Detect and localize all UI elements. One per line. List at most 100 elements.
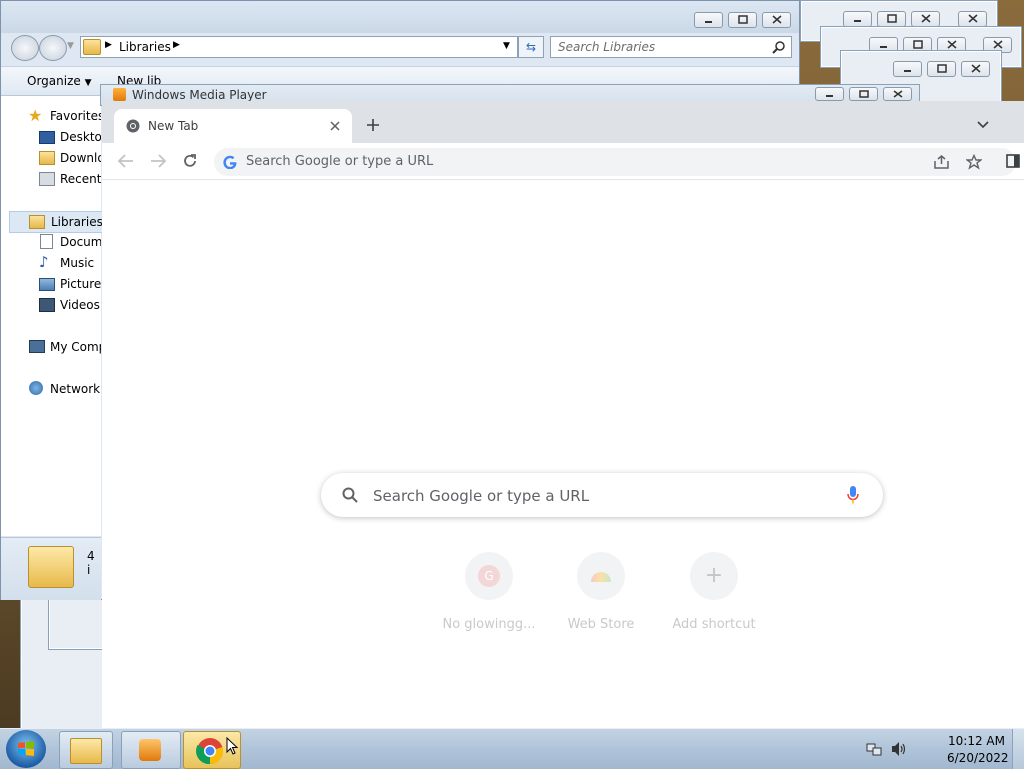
windows-logo-icon bbox=[18, 741, 34, 756]
nav-item-libraries[interactable]: Libraries bbox=[9, 211, 109, 233]
refresh-button[interactable]: ⇆ bbox=[518, 36, 544, 58]
nav-item-videos[interactable]: Videos bbox=[1, 295, 101, 315]
reload-icon[interactable] bbox=[182, 153, 198, 169]
add-shortcut-tile[interactable]: + Add shortcut bbox=[658, 552, 770, 632]
details-pane: 4 i bbox=[1, 537, 101, 600]
explorer-folder-icon bbox=[70, 738, 102, 764]
back-arrow-icon[interactable] bbox=[118, 154, 134, 168]
network-globe-icon bbox=[29, 381, 43, 395]
nav-item-recent-places[interactable]: Recent P bbox=[1, 169, 101, 189]
wmp-logo-icon bbox=[113, 88, 126, 101]
ntp-search-box[interactable]: Search Google or type a URL bbox=[321, 473, 883, 517]
close-button[interactable] bbox=[911, 11, 940, 27]
libraries-large-icon bbox=[28, 546, 74, 588]
search-icon[interactable] bbox=[772, 40, 786, 54]
close-button[interactable] bbox=[958, 11, 987, 27]
minimize-button[interactable] bbox=[694, 12, 723, 28]
nav-item-desktop[interactable]: Desktop bbox=[1, 127, 101, 147]
nav-item-downloads[interactable]: Downlo bbox=[1, 148, 101, 168]
start-button[interactable] bbox=[6, 730, 46, 768]
show-desktop-button[interactable] bbox=[1012, 729, 1024, 769]
recent-pages-chevron-icon[interactable]: ▼ bbox=[67, 41, 74, 51]
new-tab-plus-icon[interactable] bbox=[366, 118, 380, 132]
side-panel-icon[interactable] bbox=[1006, 154, 1020, 168]
pictures-icon bbox=[39, 278, 55, 291]
web-store-icon bbox=[577, 552, 625, 600]
volume-tray-icon[interactable] bbox=[891, 741, 907, 757]
recent-places-icon bbox=[39, 172, 55, 186]
forward-button[interactable] bbox=[39, 35, 67, 61]
nav-item-documents[interactable]: Docume bbox=[1, 232, 101, 252]
minimize-button[interactable] bbox=[843, 11, 872, 27]
taskbar: 10:12 AM 6/20/2022 bbox=[0, 728, 1024, 769]
close-button[interactable] bbox=[883, 87, 912, 101]
taskbar-media-player[interactable] bbox=[121, 731, 181, 769]
maximize-button[interactable] bbox=[877, 11, 906, 27]
chrome-toolbar: Search Google or type a URL bbox=[102, 143, 1024, 180]
nav-item-computer[interactable]: My Comp bbox=[1, 337, 101, 357]
shortcut-label: No glowingg... bbox=[442, 617, 536, 632]
back-button[interactable] bbox=[11, 35, 39, 61]
nav-item-pictures[interactable]: Pictures bbox=[1, 274, 101, 294]
shortcut-label: Web Store bbox=[567, 617, 635, 632]
chevron-down-icon: ▼ bbox=[84, 78, 92, 88]
maximize-button[interactable] bbox=[927, 61, 956, 77]
clock-time[interactable]: 10:12 AM bbox=[948, 734, 1005, 748]
share-icon[interactable] bbox=[934, 155, 950, 169]
shortcut-favicon-icon: G bbox=[465, 552, 513, 600]
close-tab-icon[interactable] bbox=[330, 121, 340, 131]
tab-new-tab[interactable]: New Tab bbox=[114, 109, 352, 143]
media-player-icon bbox=[139, 739, 161, 761]
nav-item-network[interactable]: Network bbox=[1, 379, 101, 399]
breadcrumb-arrow-icon[interactable]: ▶ bbox=[173, 40, 180, 50]
add-plus-icon: + bbox=[690, 552, 738, 600]
chrome-tab-strip: New Tab bbox=[102, 101, 1024, 143]
shortcut-label: Add shortcut bbox=[672, 617, 756, 632]
music-note-icon: ♪ bbox=[39, 253, 49, 271]
close-button[interactable] bbox=[762, 12, 791, 28]
address-bar[interactable]: ▶ Libraries ▶ ▼ bbox=[80, 36, 518, 58]
computer-icon bbox=[29, 340, 45, 353]
maximize-button[interactable] bbox=[728, 12, 757, 28]
forward-arrow-icon[interactable] bbox=[150, 154, 166, 168]
breadcrumb-arrow-icon[interactable]: ▶ bbox=[105, 40, 112, 50]
close-button[interactable] bbox=[961, 61, 990, 77]
breadcrumb-libraries[interactable]: Libraries bbox=[119, 40, 171, 54]
tab-search-chevron-icon[interactable] bbox=[977, 121, 989, 129]
search-placeholder: Search Libraries bbox=[558, 40, 656, 54]
organize-button[interactable]: Organize ▼ bbox=[27, 74, 92, 88]
shortcut-tile[interactable]: Web Store bbox=[545, 552, 657, 632]
downloads-folder-icon bbox=[39, 151, 55, 165]
search-input[interactable]: Search Libraries bbox=[550, 36, 792, 58]
libraries-icon bbox=[29, 215, 45, 229]
wmp-title: Windows Media Player bbox=[132, 88, 267, 102]
background-window-5 bbox=[48, 598, 104, 650]
videos-filmstrip-icon bbox=[39, 298, 55, 312]
network-tray-icon[interactable] bbox=[866, 741, 882, 757]
item-count: 4 i bbox=[87, 549, 95, 577]
voice-search-mic-icon[interactable] bbox=[847, 486, 859, 504]
chrome-logo-icon bbox=[126, 119, 140, 133]
nav-item-music[interactable]: ♪ Music bbox=[1, 253, 101, 273]
minimize-button[interactable] bbox=[893, 61, 922, 77]
tab-title: New Tab bbox=[148, 119, 199, 133]
omnibox-placeholder: Search Google or type a URL bbox=[246, 154, 434, 169]
nav-item-favorites[interactable]: ★ Favorites bbox=[1, 106, 101, 126]
mouse-cursor-icon bbox=[226, 737, 238, 755]
address-dropdown-icon[interactable]: ▼ bbox=[503, 41, 510, 51]
search-icon bbox=[342, 487, 358, 503]
google-g-icon bbox=[223, 155, 237, 169]
minimize-button[interactable] bbox=[815, 87, 844, 101]
star-icon: ★ bbox=[28, 106, 43, 125]
explorer-title-bar[interactable] bbox=[1, 1, 799, 33]
libraries-folder-icon bbox=[83, 39, 101, 55]
chrome-icon bbox=[196, 738, 224, 765]
bookmark-star-icon[interactable] bbox=[966, 154, 982, 170]
address-bar[interactable]: Search Google or type a URL bbox=[214, 148, 1016, 176]
navigation-pane: ★ Favorites Desktop Downlo Recent P Libr… bbox=[1, 96, 109, 536]
taskbar-explorer[interactable] bbox=[59, 731, 113, 769]
clock-date[interactable]: 6/20/2022 bbox=[947, 751, 1009, 765]
chrome-window[interactable]: New Tab Search Google or type a URL Sear… bbox=[102, 101, 1024, 728]
shortcut-tile[interactable]: G No glowingg... bbox=[433, 552, 545, 632]
maximize-button[interactable] bbox=[849, 87, 878, 101]
